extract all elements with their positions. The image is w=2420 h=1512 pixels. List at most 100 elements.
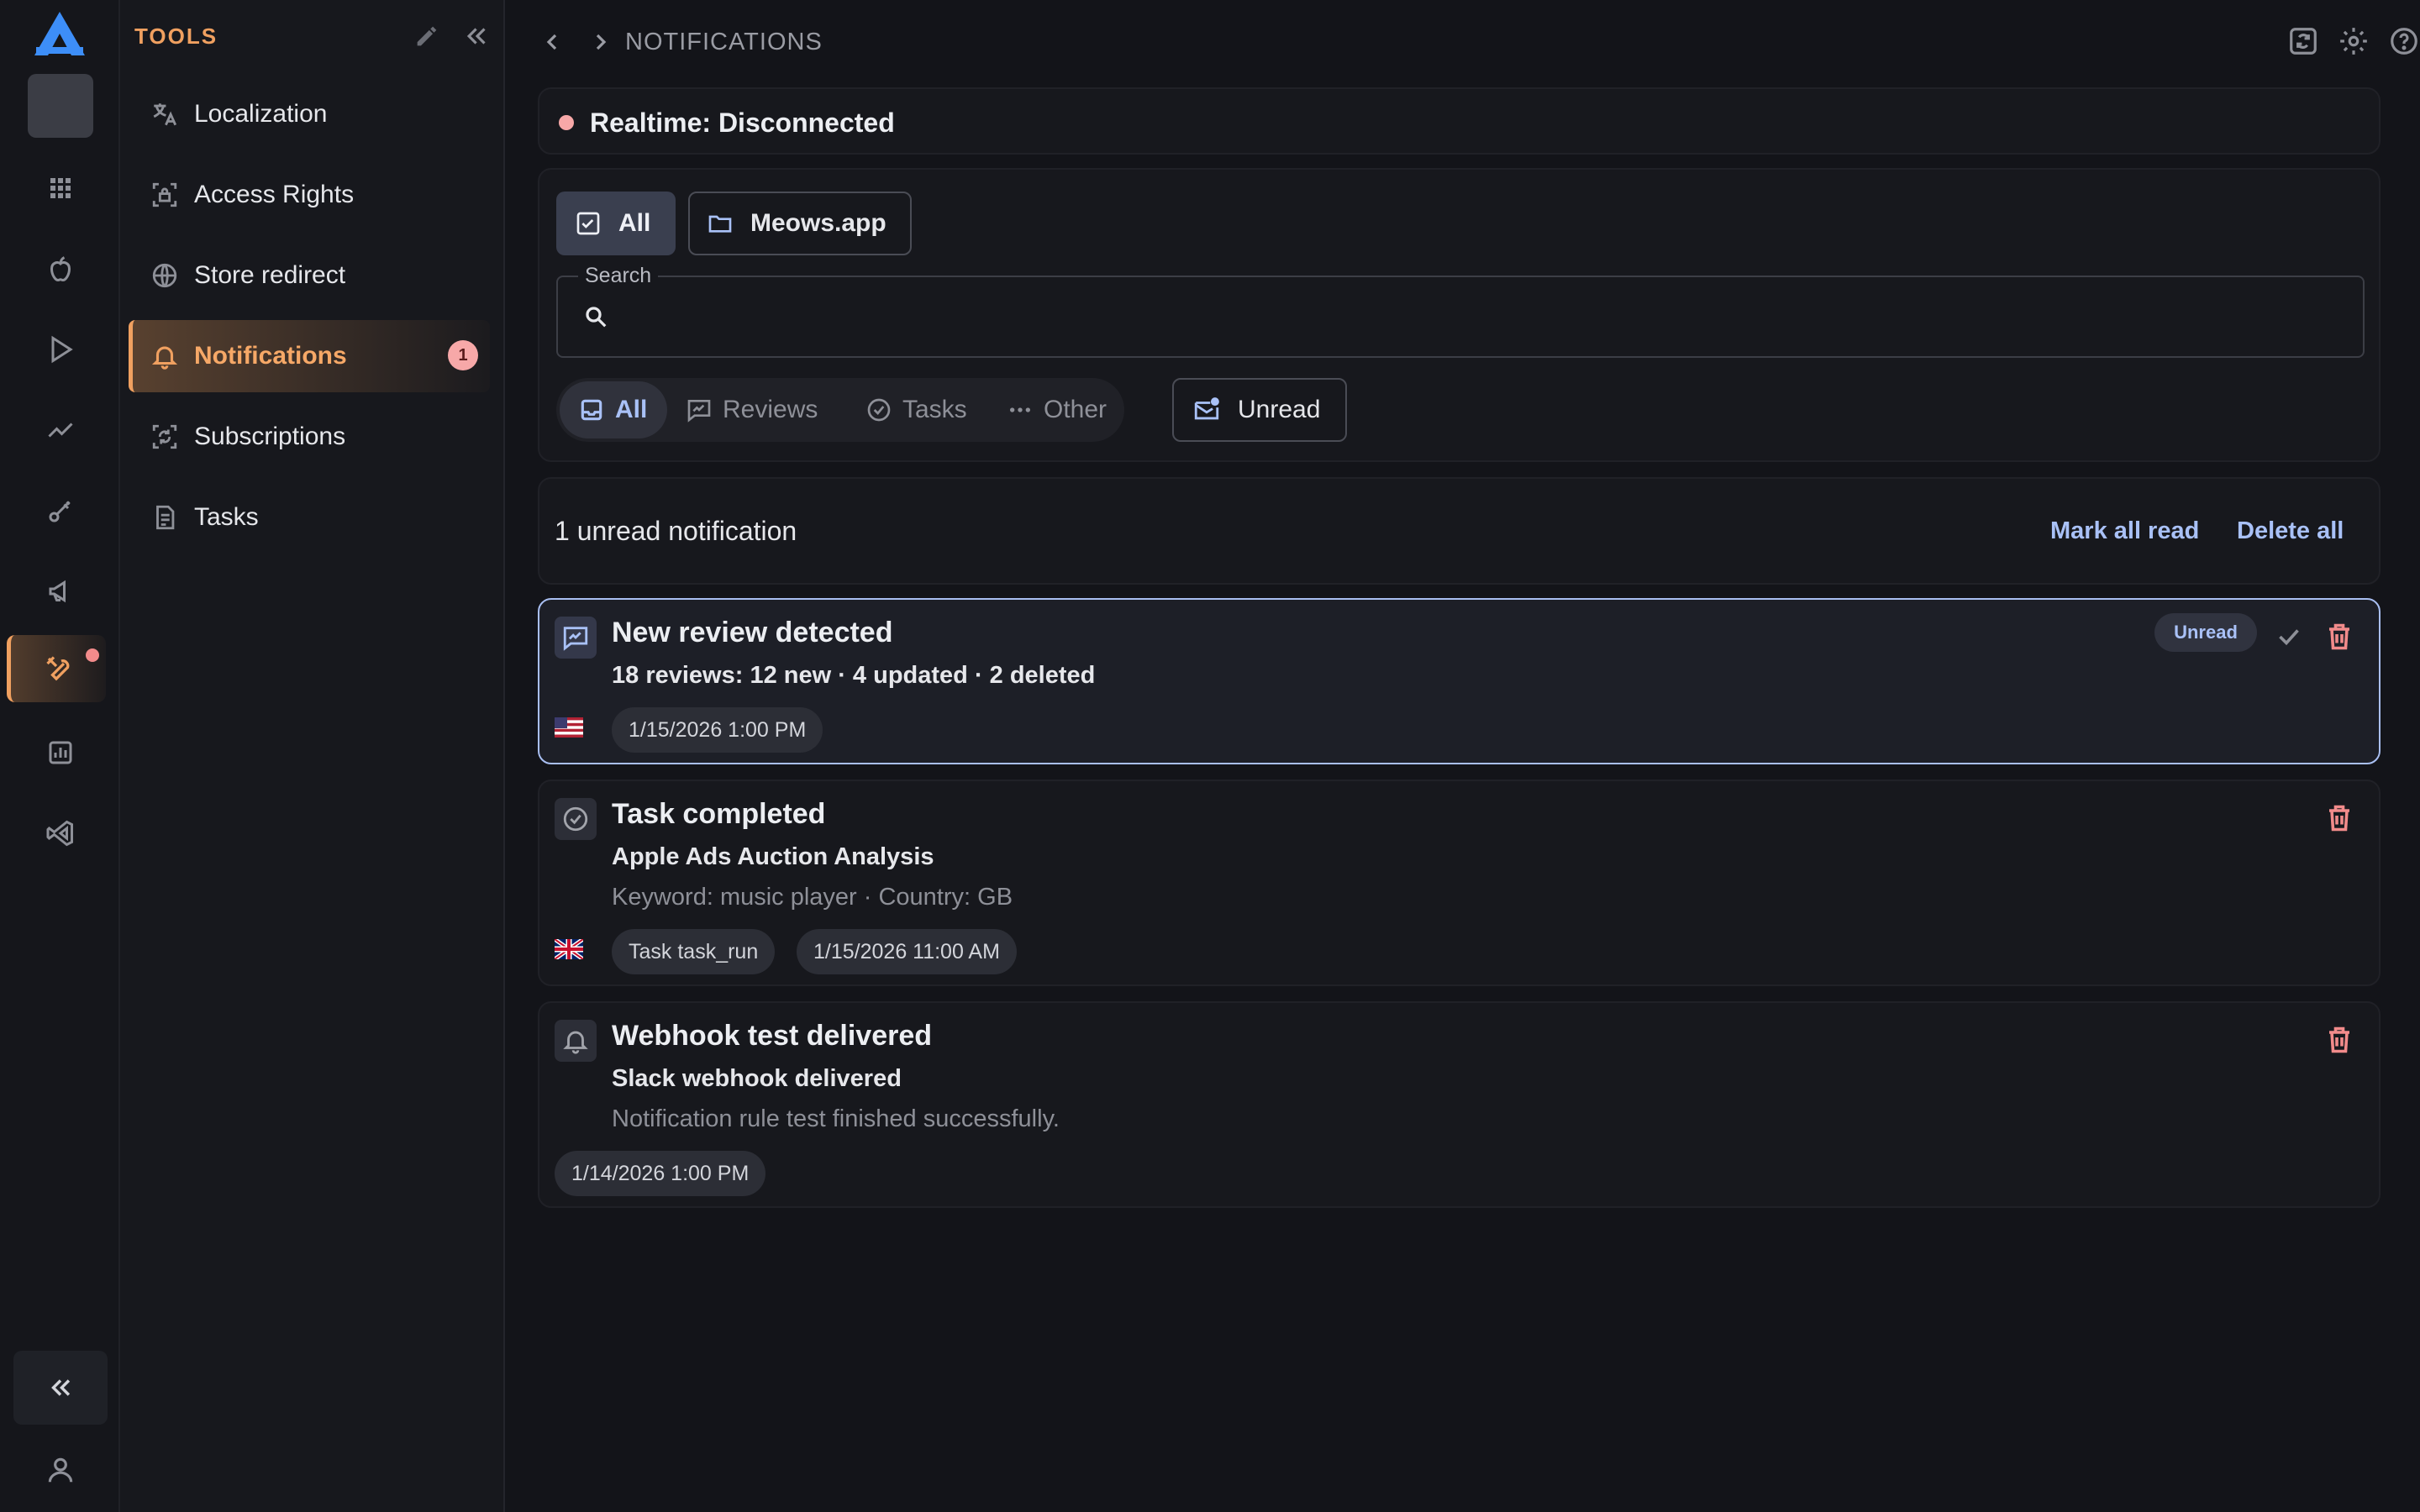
main-content: NOTIFICATIONS Realtime: Disconnected All [505,0,2420,1512]
delete-notification-button[interactable] [2323,801,2356,835]
rail-play[interactable] [0,316,120,383]
timestamp-pill: 1/15/2026 11:00 AM [797,929,1017,974]
rail-apple[interactable] [0,235,120,302]
timestamp-pill: 1/15/2026 1:00 PM [612,707,823,753]
sidebar-item-label: Store redirect [194,261,346,289]
notification-item[interactable]: New review detected 18 reviews: 12 new ·… [538,598,2381,764]
notification-subtitle: 18 reviews: 12 new · 4 updated · 2 delet… [612,662,1096,689]
search-input[interactable] [622,299,2344,338]
edit-icon[interactable] [413,22,441,50]
page-title: NOTIFICATIONS [625,29,823,55]
notification-title: Task completed [612,798,826,830]
status-dot [559,115,574,130]
bar-chart-icon [49,741,71,764]
task-pill: Task task_run [612,929,776,974]
sidebar-heading: TOOLS [134,24,218,49]
delete-notification-button[interactable] [2323,620,2356,654]
type-filter-reviews[interactable]: Reviews [686,378,818,442]
help-icon[interactable] [2388,25,2420,57]
app-filter-meows[interactable]: Meows.app [688,192,912,255]
us-flag-icon [555,717,583,738]
type-filter-all[interactable]: All [560,381,667,438]
key-icon [49,501,71,522]
delete-all-button[interactable]: Delete all [2237,517,2344,545]
rail-keys[interactable] [0,477,120,544]
type-filter-group: All Reviews Tasks Other [556,378,1124,442]
app-filter-all[interactable]: All [556,192,676,255]
inbox-icon [581,399,602,421]
double-chevron-left-icon [51,1379,71,1396]
notifications-count-badge: 1 [448,340,478,370]
sidebar-item-subscriptions[interactable]: Subscriptions [129,401,490,473]
summary-card: 1 unread notification Mark all read Dele… [538,477,2381,585]
tools-sidebar: TOOLS Localization Access Rights Store r… [120,0,505,1512]
grid-icon [50,178,71,198]
rail-analytics[interactable] [0,396,120,464]
notification-subtitle: Apple Ads Auction Analysis [612,843,934,870]
type-filter-tasks[interactable]: Tasks [865,378,967,442]
delete-notification-button[interactable] [2323,1023,2356,1057]
workspace-avatar[interactable] [28,74,93,138]
notification-item[interactable]: Webhook test delivered Slack webhook del… [538,1001,2381,1208]
chevron-right-icon [596,34,607,50]
user-icon [48,1457,72,1483]
lock-icon [152,182,177,207]
check-circle-icon [555,798,597,840]
realtime-status-text: Realtime: Disconnected [590,108,895,138]
type-filter-other[interactable]: Other [1007,378,1107,442]
app-logo-icon[interactable] [33,10,87,57]
collapse-sidebar-icon[interactable] [463,22,492,50]
user-profile-button[interactable] [0,1438,120,1502]
rail-campaigns[interactable] [0,558,120,625]
rail-reports[interactable] [0,719,120,786]
bell-icon [151,346,178,370]
gb-flag-icon [555,939,583,959]
app-filter-meows-label: Meows.app [750,209,886,237]
sidebar-item-access-rights[interactable]: Access Rights [129,159,490,231]
type-filter-tasks-label: Tasks [902,396,967,423]
rail-tools-dot [86,648,99,662]
unread-filter-label: Unread [1238,396,1321,423]
sidebar-item-localization[interactable]: Localization [129,78,490,150]
mark-read-button[interactable] [2272,620,2306,654]
unread-count-text: 1 unread notification [555,516,797,546]
mark-all-read-button[interactable]: Mark all read [2050,517,2199,545]
review-icon [687,400,711,423]
rail-apps[interactable] [0,155,120,222]
rail-vscode[interactable] [0,800,120,867]
sidebar-item-notifications[interactable]: Notifications 1 [129,320,490,392]
sidebar-item-label: Notifications [194,342,347,370]
search-field[interactable]: Search [556,264,2365,358]
timestamp-pill: 1/14/2026 1:00 PM [555,1151,766,1196]
rail-tools[interactable] [7,635,106,702]
refresh-icon[interactable] [2287,25,2319,57]
globe-icon [152,263,177,288]
play-store-icon [51,335,73,364]
notification-description: Notification rule test finished successf… [612,1105,1060,1132]
notification-title: Webhook test delivered [612,1020,933,1052]
sidebar-item-tasks[interactable]: Tasks [129,481,490,554]
filters-card: All Meows.app Search All Reviews Tasks O… [538,168,2381,462]
trash-icon [2329,805,2349,832]
gear-icon[interactable] [2338,25,2370,57]
trash-icon [2329,1026,2349,1053]
apple-icon [50,256,71,282]
type-filter-reviews-label: Reviews [723,396,818,423]
top-bar-actions [2287,25,2420,57]
check-icon [2279,629,2299,646]
app-filter-all-label: All [618,209,651,237]
check-circle-icon [867,398,891,422]
chevron-left-icon [546,34,557,50]
back-button[interactable] [539,29,566,55]
notification-item[interactable]: Task completed Apple Ads Auction Analysi… [538,780,2381,986]
bell-icon [555,1020,597,1062]
sidebar-item-label: Localization [194,100,328,128]
forward-button[interactable] [587,29,614,55]
sidebar-item-store-redirect[interactable]: Store redirect [129,239,490,312]
unread-filter-button[interactable]: Unread [1172,378,1347,442]
sidebar-item-label: Tasks [194,503,259,531]
rail-collapse-button[interactable] [13,1351,108,1425]
notification-description: Keyword: music player · Country: GB [612,884,1013,911]
trash-icon [2329,623,2349,650]
translate-icon [153,103,177,126]
